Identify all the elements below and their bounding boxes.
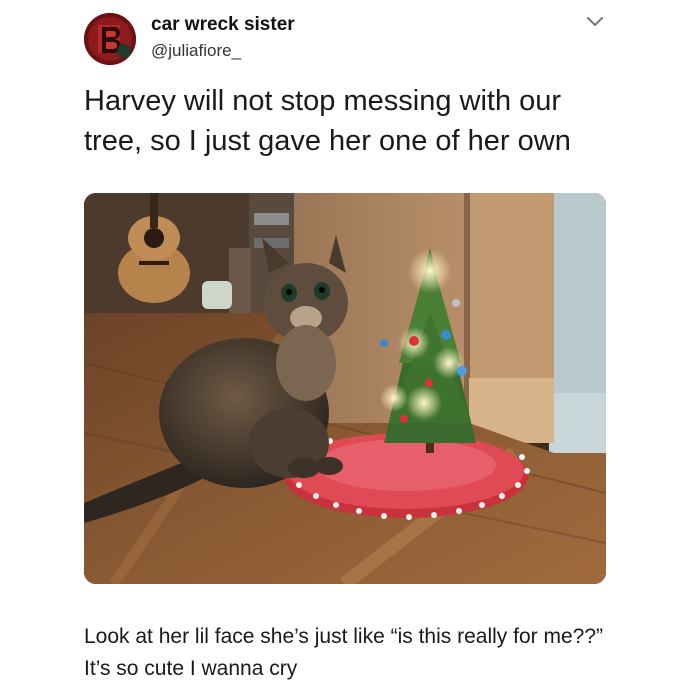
- post-photo[interactable]: [84, 193, 606, 584]
- chevron-down-icon[interactable]: [586, 15, 604, 29]
- post-text: Harvey will not stop messing with our tr…: [84, 85, 571, 157]
- caption-text: Look at her lil face she’s just like “is…: [84, 625, 603, 680]
- author-handle[interactable]: @juliafiore_: [151, 41, 241, 61]
- avatar-image: [84, 13, 136, 65]
- avatar[interactable]: [84, 13, 136, 65]
- author-display-name[interactable]: car wreck sister: [151, 14, 295, 36]
